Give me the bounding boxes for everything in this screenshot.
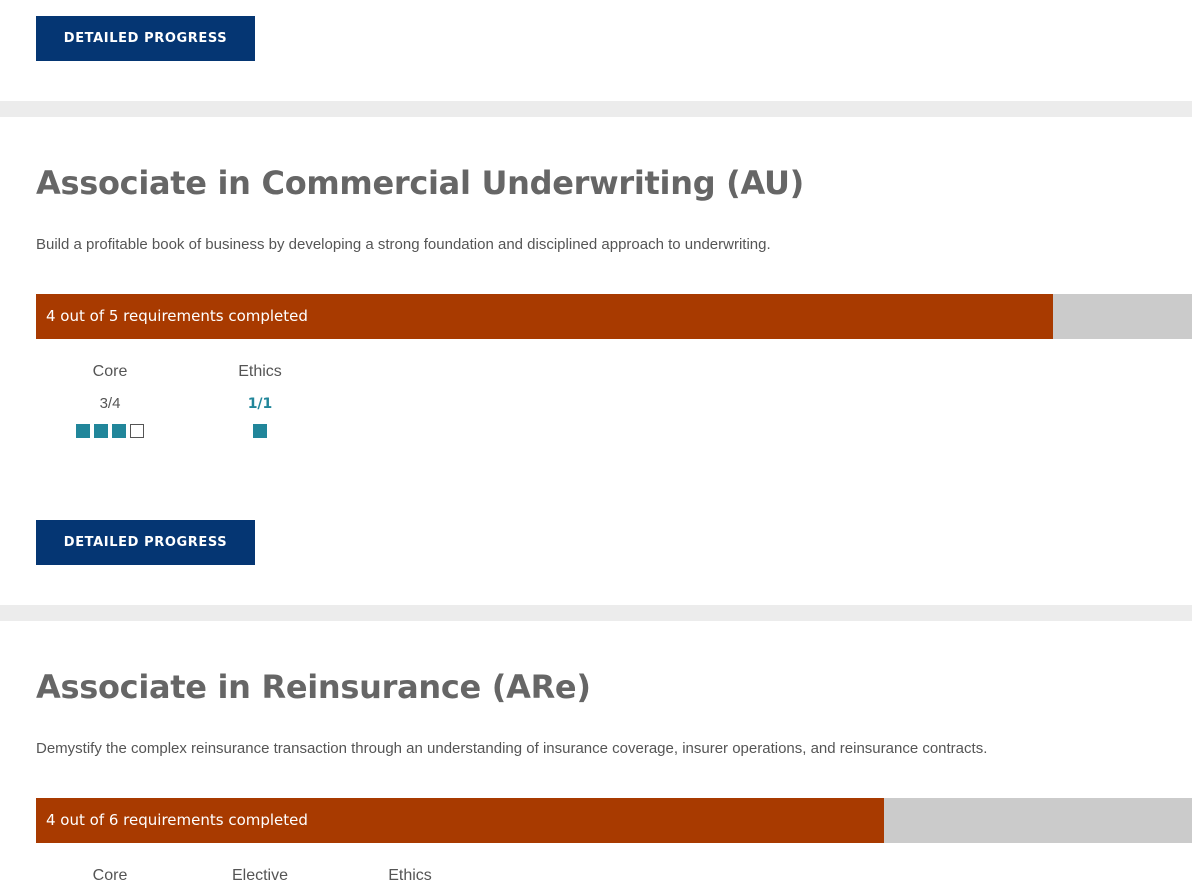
program-card-previous: DETAILED PROGRESS <box>0 0 1192 101</box>
requirement-box-complete <box>94 424 108 438</box>
requirement-elective: Elective <box>200 865 320 887</box>
requirement-name: Core <box>92 363 128 380</box>
program-title: Associate in Reinsurance (ARe) <box>36 668 591 706</box>
detailed-progress-button[interactable]: DETAILED PROGRESS <box>36 520 255 565</box>
requirement-ethics: Ethics <box>350 865 470 887</box>
requirement-core: Core 3/4 <box>50 361 170 438</box>
requirement-ethics: Ethics 1/1 <box>200 361 320 438</box>
requirement-core: Core <box>50 865 170 887</box>
progress-bar: 4 out of 6 requirements completed <box>36 798 1192 843</box>
section-divider <box>0 101 1192 117</box>
requirement-box-complete <box>253 424 267 438</box>
requirement-boxes <box>50 424 170 438</box>
progress-label: 4 out of 6 requirements completed <box>46 811 308 829</box>
requirement-box-incomplete <box>130 424 144 438</box>
section-divider <box>0 605 1192 621</box>
requirement-name: Ethics <box>388 867 432 884</box>
requirement-box-complete <box>112 424 126 438</box>
requirement-name: Core <box>92 867 128 884</box>
requirement-box-complete <box>76 424 90 438</box>
program-description: Build a profitable book of business by d… <box>36 236 771 253</box>
program-title: Associate in Commercial Underwriting (AU… <box>36 164 804 202</box>
program-card-are: Associate in Reinsurance (ARe) Demystify… <box>0 621 1192 894</box>
program-description: Demystify the complex reinsurance transa… <box>36 740 988 757</box>
requirement-count: 3/4 <box>99 395 121 412</box>
detailed-progress-button[interactable]: DETAILED PROGRESS <box>36 16 255 61</box>
progress-bar: 4 out of 5 requirements completed <box>36 294 1192 339</box>
requirement-name: Ethics <box>238 363 282 380</box>
progress-label: 4 out of 5 requirements completed <box>46 307 308 325</box>
requirement-boxes <box>200 424 320 438</box>
program-card-au: Associate in Commercial Underwriting (AU… <box>0 117 1192 605</box>
requirement-name: Elective <box>231 867 289 884</box>
requirement-count: 1/1 <box>247 396 273 412</box>
